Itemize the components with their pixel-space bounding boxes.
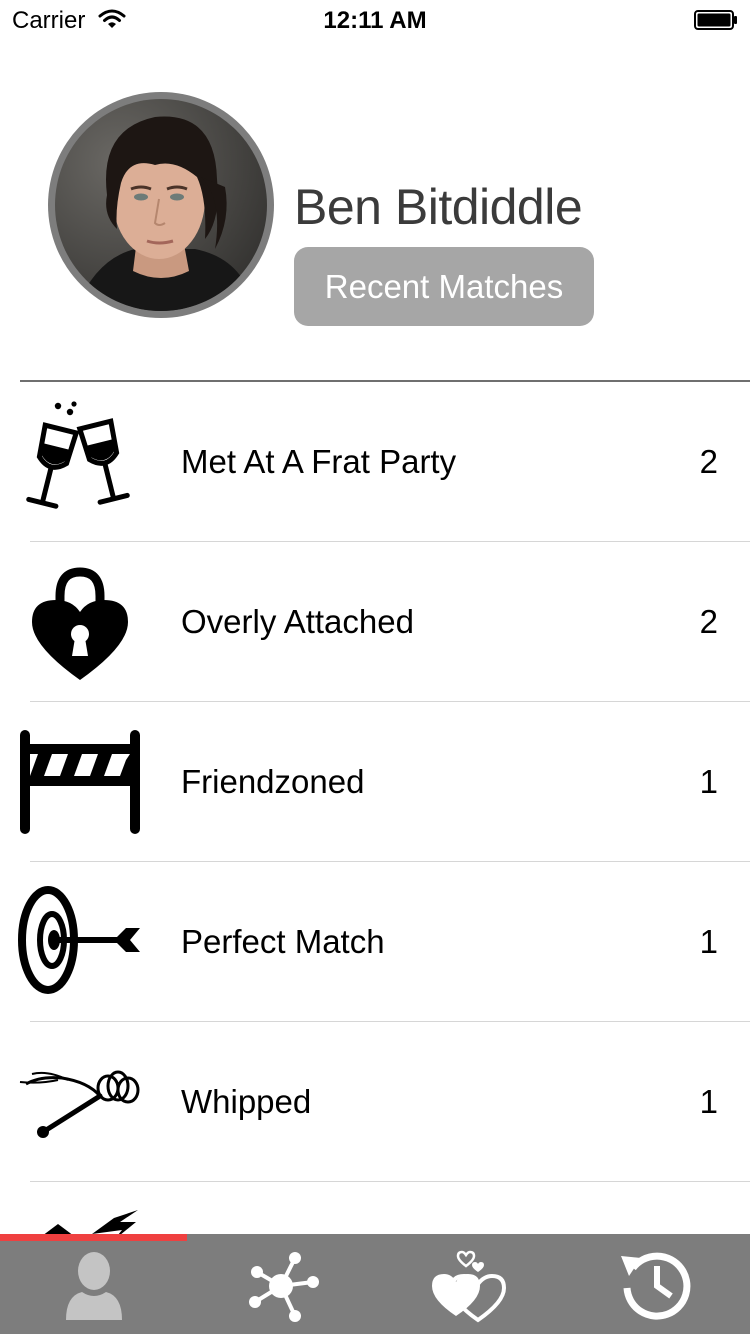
category-count: 1 bbox=[699, 763, 718, 800]
list-item[interactable]: Overly Attached 2 bbox=[0, 542, 750, 702]
recent-matches-button[interactable]: Recent Matches bbox=[294, 247, 594, 326]
barricade-icon bbox=[20, 730, 140, 834]
tab-history[interactable] bbox=[561, 1234, 748, 1334]
category-label: Met At A Frat Party bbox=[181, 443, 457, 480]
category-label: Friendzoned bbox=[181, 763, 365, 800]
category-count: 1 bbox=[699, 923, 718, 960]
category-list: Met At A Frat Party 2 Overly Attached 2 … bbox=[0, 382, 750, 1342]
list-item[interactable]: Met At A Frat Party 2 bbox=[0, 382, 750, 542]
tab-hearts[interactable] bbox=[374, 1234, 561, 1334]
avatar bbox=[55, 99, 267, 311]
battery-icon bbox=[694, 10, 737, 30]
category-label: Overly Attached bbox=[181, 603, 414, 640]
profile-name: Ben Bitdiddle bbox=[294, 179, 583, 235]
category-count: 2 bbox=[699, 443, 718, 480]
tab-profile[interactable] bbox=[0, 1234, 187, 1334]
category-label: Whipped bbox=[181, 1083, 312, 1120]
category-count: 2 bbox=[699, 603, 718, 640]
network-tab-icon bbox=[248, 1252, 319, 1322]
status-time: 12:11 AM bbox=[323, 7, 427, 34]
list-item[interactable]: Perfect Match 1 bbox=[0, 862, 750, 1022]
hearts-tab-icon bbox=[431, 1250, 506, 1323]
list-item[interactable]: Friendzoned 1 bbox=[0, 702, 750, 862]
tab-network[interactable] bbox=[187, 1234, 374, 1334]
target-arrow-icon bbox=[18, 886, 140, 994]
whip-icon bbox=[19, 1070, 140, 1138]
heart-padlock-icon bbox=[32, 567, 128, 680]
category-label: Perfect Match bbox=[181, 923, 385, 960]
champagne-glasses-icon bbox=[26, 401, 130, 509]
profile-tab-icon bbox=[65, 1252, 122, 1320]
status-bar: Carrier 12:11 AM bbox=[0, 0, 750, 40]
history-tab-icon bbox=[620, 1252, 690, 1320]
list-item[interactable]: Whipped 1 bbox=[0, 1022, 750, 1182]
avatar-frame[interactable] bbox=[48, 92, 274, 318]
category-count: 1 bbox=[699, 1083, 718, 1120]
